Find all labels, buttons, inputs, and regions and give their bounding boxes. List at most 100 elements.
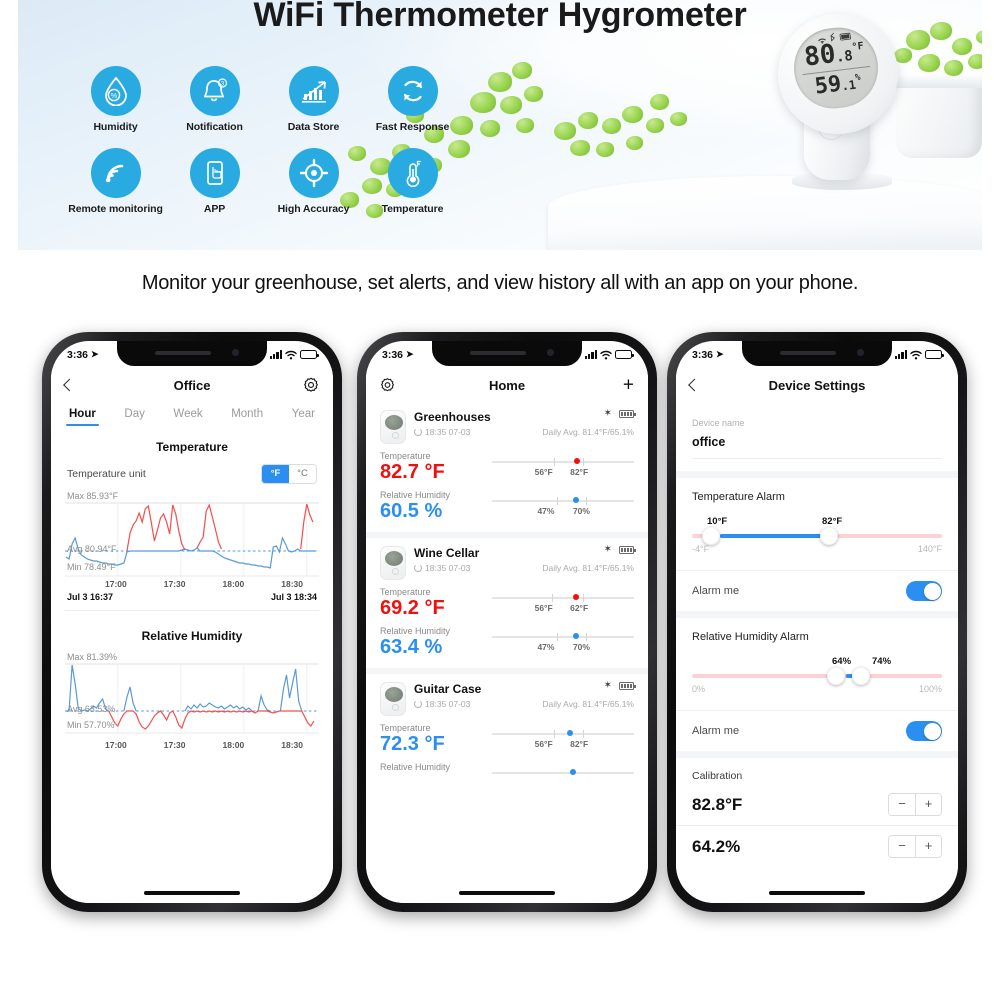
feature-data-store: Data Store [264,66,363,134]
device-card[interactable]: ✶ Greenhouses 18:35 07-03 Daily Avg. 81.… [366,402,648,532]
home-settings-button[interactable] [380,378,395,393]
humidity-alarm-toggle-row[interactable]: Alarm me [676,710,958,751]
refresh-icon [414,428,422,436]
tab-hour[interactable]: Hour [66,408,99,426]
gauge-dot [572,594,579,600]
temp-xtick-1: 17:00 [105,579,127,589]
calibration-minus-button[interactable]: − [889,836,915,857]
feature-label: Remote monitoring [68,202,163,215]
gauge-labels: 56°F 62°F [492,603,634,614]
home-indicator[interactable] [144,891,240,895]
temp-min-label: Min 78.49°F [67,562,116,572]
battery-icon [300,350,319,359]
bluetooth-icon: ✶ [603,408,612,419]
status-left: 3:36 ➤ [67,349,99,361]
hum-alarm-max-label: 100% [918,684,942,694]
metric-left: Relative Humidity 60.5 % [380,490,492,522]
status-left: 3:36 ➤ [382,349,414,361]
device-thumbnail [380,682,406,716]
location-arrow-icon: ➤ [406,349,414,359]
tab-month[interactable]: Month [231,408,263,426]
settings-button[interactable] [303,377,319,393]
calibration-plus-button[interactable]: + [915,794,941,815]
temperature-metric: Temperature 72.3 °F 56°F 82°F [380,723,634,755]
gauge-track [492,730,634,738]
temperature-chart: Max 85.93°F Avg 80.94°F Min 78.49°F 17:0… [51,491,333,589]
card-titles: Wine Cellar 18:35 07-03 Daily Avg. 81.4°… [414,546,634,573]
phone-mockup-home: 3:36 ➤ Home + ✶ Greenhouses 18:35 07-03 … [357,332,657,912]
tab-year[interactable]: Year [292,408,315,426]
home-indicator[interactable] [459,891,555,895]
battery-full-icon [619,545,636,554]
metric-left: Relative Humidity [380,762,492,772]
device-thumbnail [380,546,406,580]
metric-label: Temperature [380,587,431,597]
slider-knob-low[interactable] [827,667,845,685]
phone3-screen: 3:36 ➤ Device Settings Device name offic… [676,341,958,903]
calibration-stepper[interactable]: − + [888,835,942,858]
device-lcd-hum-main: 59 [813,71,843,100]
feature-app: APP [165,147,264,216]
humidity-metric: Relative Humidity 63.4 % 47% 70% [380,626,634,658]
wifi-signal-icon [90,147,141,198]
calibration-stepper[interactable]: − + [888,793,942,816]
calibration-minus-button[interactable]: − [889,794,915,815]
slider-track[interactable] [692,667,942,685]
card-header: Greenhouses 18:35 07-03 Daily Avg. 81.4°… [380,410,634,444]
hum-avg-label: Avg 63.53% [67,704,116,714]
slider-knob-low[interactable] [702,527,720,545]
gauge-tick-high [585,633,587,641]
calibration-row-humidity: 64.2% − + [676,825,958,867]
home-indicator[interactable] [769,891,865,895]
device-name: Wine Cellar [414,546,480,560]
device-name-value[interactable]: office [692,435,942,449]
temperature-unit-toggle[interactable]: °F °C [261,464,317,484]
gauge-track [492,633,634,641]
hum-alarm-high-value: 74% [872,656,892,667]
calibration-row-temperature: 82.8°F − + [676,784,958,825]
device-card[interactable]: ✶ Wine Cellar 18:35 07-03 Daily Avg. 81.… [366,532,648,668]
section-divider [65,610,319,611]
phone3-content: Device Settings Device name office Tempe… [676,368,958,903]
calibration-plus-button[interactable]: + [915,836,941,857]
slider-track[interactable] [692,527,942,545]
humidity-section-title: Relative Humidity [141,629,243,643]
back-button[interactable] [688,378,701,392]
gauge-high-label: 70% [572,505,590,516]
front-camera [857,349,864,356]
device-card[interactable]: ✶ Guitar Case 18:35 07-03 Daily Avg. 81.… [366,668,648,784]
card-titles: Greenhouses 18:35 07-03 Daily Avg. 81.4°… [414,410,634,437]
back-button[interactable] [63,378,76,392]
daily-average: Daily Avg. 81.4°F/65.1% [542,563,634,573]
gauge-tick-low [554,730,556,738]
slider-knob-high[interactable] [819,527,838,545]
feature-label: High Accuracy [277,202,350,215]
humidity-metric: Relative Humidity 60.5 % 47% 70% [380,490,634,522]
hum-alarm-low-value: 64% [832,656,852,667]
tab-week[interactable]: Week [173,408,202,426]
gear-icon [381,378,394,392]
gauge-track [492,594,634,602]
unit-option-celsius[interactable]: °C [289,465,316,483]
status-right [894,350,944,360]
gauge-tick-high [582,458,584,466]
marketing-caption: Monitor your greenhouse, set alerts, and… [141,272,859,294]
status-left: 3:36 ➤ [692,349,724,361]
range-end: Jul 3 18:34 [270,592,317,602]
humidity-alarm-slider[interactable]: 64% 74% 0% 100% [692,656,942,696]
add-device-button[interactable]: + [623,376,634,395]
alarm-me-toggle-temperature[interactable] [906,581,942,601]
card-subline: 18:35 07-03 Daily Avg. 81.4°F/65.1% [414,427,634,437]
hum-xtick-1: 17:00 [105,740,127,750]
phone-mockup-history: 3:36 ➤ Office Hour Day Week Month Year T… [42,332,342,912]
alarm-me-toggle-humidity[interactable] [906,721,942,741]
card-header: Guitar Case 18:35 07-03 Daily Avg. 81.4°… [380,682,634,716]
tab-day[interactable]: Day [124,408,144,426]
temperature-alarm-toggle-row[interactable]: Alarm me [676,570,958,611]
slider-knob-high[interactable] [852,667,870,685]
phone2-frame: 3:36 ➤ Home + ✶ Greenhouses 18:35 07-03 … [357,332,657,912]
cellular-signal-icon [269,350,282,359]
temperature-alarm-slider[interactable]: 10°F 82°F -4°F 140°F [692,516,942,556]
unit-option-fahrenheit[interactable]: °F [262,465,289,483]
group-separator [676,471,958,478]
